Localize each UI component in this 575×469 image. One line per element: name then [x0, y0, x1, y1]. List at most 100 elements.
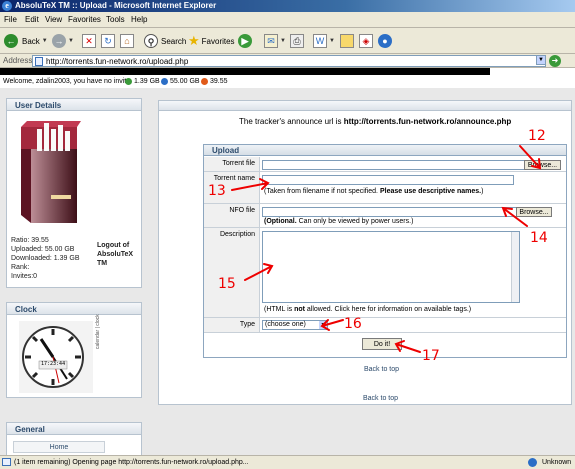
chevron-down-icon: ▼	[41, 38, 48, 44]
menu-tools[interactable]: Tools	[106, 15, 125, 24]
announce-prefix: The tracker's announce url is	[239, 117, 344, 126]
type-selected-value: (choose one)	[265, 321, 306, 328]
type-select[interactable]: (choose one) ▼	[262, 320, 328, 330]
upload-arrow-icon	[125, 78, 132, 85]
chevron-down-icon: ▼	[329, 38, 335, 44]
menu-favorites[interactable]: Favorites	[68, 15, 101, 24]
note-bold: Please use descriptive names.	[379, 188, 482, 195]
description-label: Description	[204, 228, 260, 317]
internet-zone-icon	[528, 458, 537, 467]
user-invites: Invites:0	[11, 273, 38, 280]
main-panel: The tracker's announce url is http://tor…	[158, 100, 572, 405]
messenger-icon: ●	[378, 34, 392, 48]
folder-button[interactable]	[340, 32, 354, 50]
type-label: Type	[204, 318, 260, 332]
menu-view[interactable]: View	[45, 15, 62, 24]
textarea-scrollbar[interactable]	[511, 232, 519, 302]
back-arrow-icon: ←	[4, 34, 18, 48]
torrent-name-label: Torrent name	[204, 172, 260, 203]
note-text: (Taken from filename if not specified.	[264, 188, 380, 195]
menu-help[interactable]: Help	[131, 15, 147, 24]
digital-time: 17:23:44	[41, 361, 66, 367]
user-details-header: User Details	[7, 99, 141, 111]
welcome-ratio: 39.55	[210, 78, 228, 85]
torrent-file-label: Torrent file	[204, 157, 260, 171]
note-text: allowed. Click here for information on a…	[304, 306, 472, 313]
clock-side-text: calendar | clock	[95, 314, 101, 349]
search-button[interactable]: ⚲ Search	[144, 32, 186, 50]
page-icon	[35, 57, 43, 66]
description-textarea[interactable]	[262, 231, 520, 303]
nfo-note: (Optional. Can only be viewed by power u…	[264, 218, 413, 225]
general-box: General Home	[6, 422, 142, 455]
back-to-top-link[interactable]: Back to top	[364, 366, 399, 373]
status-text: (1 item remaining) Opening page http://t…	[14, 459, 249, 466]
address-input[interactable]: http://torrents.fun-network.ro/upload.ph…	[32, 55, 546, 67]
nfo-label: NFO file	[204, 204, 260, 227]
menu-edit[interactable]: Edit	[25, 15, 39, 24]
general-header: General	[7, 423, 141, 435]
clock-header: Clock	[7, 303, 141, 315]
home-icon: ⌂	[120, 34, 134, 48]
analog-clock: 17:23:44	[19, 321, 93, 393]
chevron-down-icon: ▼	[280, 38, 286, 44]
back-to-top-link[interactable]: Back to top	[363, 395, 398, 402]
search-icon: ⚲	[144, 34, 158, 48]
main-panel-header	[159, 101, 571, 111]
welcome-uploaded: 1.39 GB	[134, 78, 160, 85]
status-bar: (1 item remaining) Opening page http://t…	[0, 455, 575, 469]
favorites-button[interactable]: ★ Favorites	[188, 32, 235, 50]
banner-bar	[0, 68, 490, 75]
torrent-browse-button[interactable]: Browse...	[524, 160, 561, 170]
back-label: Back	[22, 36, 40, 46]
print-button[interactable]: ⎙	[290, 32, 304, 50]
home-button[interactable]: ⌂	[120, 32, 134, 50]
welcome-downloaded: 55.00 GB	[170, 78, 200, 85]
star-icon: ★	[188, 33, 200, 48]
address-dropdown-icon[interactable]: ▼	[536, 55, 546, 65]
address-label: Address	[3, 56, 33, 65]
forward-button[interactable]: → ▼	[52, 32, 74, 50]
torrent-name-input[interactable]	[262, 175, 514, 185]
logout-line: AbsoluTeX	[97, 251, 134, 258]
note-bold: (Optional.	[264, 218, 297, 225]
messenger-button[interactable]: ●	[378, 32, 392, 50]
announce-url: http://torrents.fun-network.ro/announce.…	[343, 117, 512, 126]
refresh-button[interactable]: ↻	[101, 32, 115, 50]
note-bold: not	[294, 306, 305, 313]
stop-button[interactable]: ✕	[82, 32, 96, 50]
forward-arrow-icon: →	[52, 34, 66, 48]
submit-button[interactable]: Do it!	[362, 338, 402, 350]
media-button[interactable]: ▶	[238, 32, 252, 50]
note-text: (HTML is	[264, 306, 295, 313]
refresh-icon: ↻	[101, 34, 115, 48]
mail-button[interactable]: ✉ ▼	[264, 32, 286, 50]
print-icon: ⎙	[290, 34, 304, 48]
torrent-file-input[interactable]	[262, 160, 526, 170]
folder-icon	[340, 34, 354, 48]
menu-file[interactable]: File	[4, 15, 17, 24]
html-note: (HTML is not allowed. Click here for inf…	[264, 306, 471, 313]
description-row: Description (HTML is not allowed. Click …	[204, 228, 566, 318]
go-arrow-icon[interactable]: ➜	[549, 55, 561, 67]
announce-line: The tracker's announce url is http://tor…	[239, 117, 511, 126]
nfo-browse-button[interactable]: Browse...	[516, 207, 552, 217]
page-loading-icon	[2, 458, 11, 466]
back-button[interactable]: ← Back ▼	[4, 32, 48, 50]
address-url: http://torrents.fun-network.ro/upload.ph…	[46, 57, 189, 66]
page-content: User Details Ratio: 39.55 Uploaded: 55.0…	[0, 88, 575, 455]
user-uploaded: Uploaded: 55.00 GB	[11, 246, 75, 253]
nav-home-link[interactable]: Home	[13, 441, 105, 453]
torrent-name-row: Torrent name (Taken from filename if not…	[204, 172, 566, 204]
user-ratio: Ratio: 39.55	[11, 237, 49, 244]
title-bar: e AbsoluTeX TM :: Upload - Microsoft Int…	[0, 0, 575, 12]
nfo-row: NFO file Browse... (Optional. Can only b…	[204, 204, 566, 228]
avatar	[17, 115, 87, 227]
nfo-file-input[interactable]	[262, 207, 520, 217]
toolbar: ← Back ▼ → ▼ ✕ ↻ ⌂ ⚲ Search ★ Favorites …	[0, 28, 575, 54]
research-button[interactable]: ◈	[359, 32, 373, 50]
note-text: )	[481, 188, 484, 195]
logout-link[interactable]: Logout of AbsoluTeX TM	[97, 241, 133, 268]
user-rank: Rank:	[11, 264, 30, 271]
edit-button[interactable]: W ▼	[313, 32, 335, 50]
